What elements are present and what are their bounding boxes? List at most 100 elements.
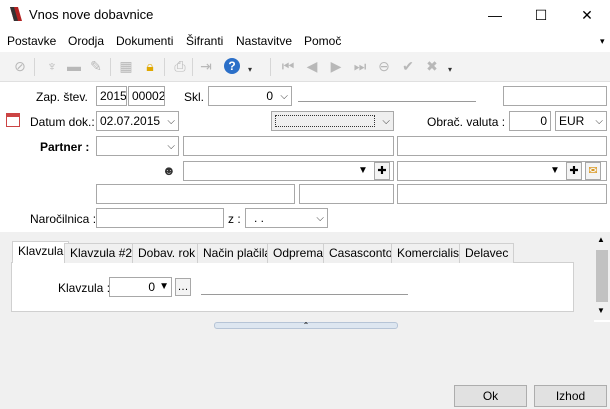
scroll-down-icon[interactable]: ▼	[597, 306, 605, 315]
chevron-down-icon: ⌵	[167, 116, 175, 127]
toolbar-separator	[164, 58, 165, 76]
z-date-field[interactable]: . . ⌵	[245, 208, 328, 228]
document-type-dropdown[interactable]: ⌵	[271, 111, 394, 131]
skl-label: Skl.	[184, 90, 205, 104]
first-icon[interactable]: ⏮	[280, 58, 296, 74]
tab-dobav-rok[interactable]: Dobav. rok	[132, 243, 202, 263]
datum-field[interactable]: 02.07.2015 ⌵	[96, 111, 179, 131]
menu-nastavitve[interactable]: Nastavitve	[236, 34, 292, 48]
chevron-down-icon: ⌵	[382, 116, 390, 127]
address2-field[interactable]	[299, 184, 394, 204]
zap-stev-label: Zap. štev.	[36, 90, 88, 104]
scrollbar-thumb[interactable]	[596, 250, 608, 302]
minimize-icon: —	[488, 7, 502, 23]
chevron-down-icon[interactable]: ▾	[442, 62, 458, 78]
pin-icon[interactable]: ♆	[44, 58, 60, 74]
menu-dokumenti[interactable]: Dokumenti	[116, 34, 173, 48]
cancel-icon[interactable]: ⊘	[12, 58, 28, 74]
partner-code-dropdown[interactable]: ⌵	[96, 136, 179, 156]
delete-icon[interactable]: ✖	[424, 58, 440, 74]
chevron-down-icon: ▼	[159, 281, 169, 292]
chevron-up-icon: ⌃	[302, 321, 310, 330]
address3-field[interactable]	[397, 184, 607, 204]
export-icon[interactable]: ⇥	[198, 58, 214, 74]
currency-dropdown[interactable]: EUR ⌵	[555, 111, 607, 131]
address-field[interactable]	[96, 184, 295, 204]
chevron-down-icon: ▼	[358, 165, 368, 176]
klavzula-dropdown[interactable]: 0 ▼	[109, 277, 172, 297]
toolbar: ⊘ ♆ ▬ ✎ ▦ 🔒︎ ⎙ ⇥ ? ▾ ⏮ ◀ ▶ ⏭ ⊖ ✔ ✖ ▾	[0, 52, 610, 82]
zap-year-field[interactable]: 2015	[96, 86, 127, 106]
narocilnica-label: Naročilnica :	[30, 212, 97, 226]
tab-delavec[interactable]: Delavec	[459, 243, 515, 263]
partner-label: Partner :	[40, 140, 90, 154]
z-label: z :	[228, 212, 241, 226]
chevron-down-icon: ▼	[550, 165, 560, 176]
menu-pomoc[interactable]: Pomoč	[304, 34, 341, 48]
tab-komercialist[interactable]: Komercialist	[391, 243, 469, 263]
contact-dropdown[interactable]: ▼	[183, 161, 394, 181]
partner-name-field[interactable]	[183, 136, 394, 156]
app-logo-icon	[10, 7, 22, 21]
print-icon[interactable]: ⎙	[172, 58, 188, 74]
close-icon: ✕	[581, 6, 593, 23]
klavzula-value: 0	[148, 280, 155, 294]
menu-bar: Postavke Orodja Dokumenti Šifranti Nasta…	[0, 30, 610, 52]
toolbar-separator	[192, 58, 193, 76]
tab-nacin-placila[interactable]: Način plačila	[197, 243, 278, 263]
klavzula-label: Klavzula :	[58, 281, 111, 295]
obrac-valuta-label: Obrač. valuta :	[427, 115, 506, 129]
focus-rect	[275, 115, 375, 127]
minimize-button[interactable]: —	[472, 0, 518, 30]
chevron-down-icon: ⌵	[167, 141, 175, 152]
toolbar-separator	[110, 58, 111, 76]
zap-number-field[interactable]: 00002	[128, 86, 165, 106]
z-date-value: . .	[254, 211, 265, 225]
calendar-icon[interactable]	[6, 113, 20, 127]
help-icon[interactable]: ?	[224, 58, 240, 74]
currency-value: EUR	[559, 114, 585, 128]
menu-postavke[interactable]: Postavke	[7, 34, 56, 48]
menu-overflow-icon[interactable]: ▾	[600, 36, 605, 47]
next-icon[interactable]: ▶	[328, 58, 344, 74]
datum-label: Datum dok.:	[30, 115, 95, 129]
document-info-field[interactable]	[503, 86, 607, 106]
tab-klavzula[interactable]: Klavzula	[12, 241, 70, 263]
klavzula-browse-button[interactable]: …	[175, 278, 191, 296]
chevron-down-icon[interactable]: ▾	[242, 62, 258, 78]
obrac-valuta-field[interactable]: 0	[509, 111, 551, 131]
add-contact-button[interactable]: ✚	[374, 162, 390, 180]
confirm-icon[interactable]: ✔	[400, 58, 416, 74]
narocilnica-field[interactable]	[96, 208, 224, 228]
close-button[interactable]: ✕	[564, 0, 610, 30]
calculator-icon[interactable]: ▦	[118, 58, 134, 74]
datum-value: 02.07.2015	[100, 114, 161, 128]
izhod-button[interactable]: Izhod	[534, 385, 607, 407]
contact-person-icon[interactable]: ☻	[162, 163, 176, 178]
folder-icon[interactable]: ▬	[66, 58, 82, 74]
prev-icon[interactable]: ◀	[304, 58, 320, 74]
scroll-up-icon[interactable]: ▲	[597, 235, 605, 244]
tab-casasconto[interactable]: Casasconto	[323, 243, 399, 263]
lock-icon[interactable]: 🔒︎	[142, 58, 158, 74]
mail-icon[interactable]: ✉	[585, 162, 601, 180]
skl-description-line	[298, 101, 476, 102]
last-icon[interactable]: ⏭	[352, 58, 368, 74]
menu-sifranti[interactable]: Šifranti	[186, 34, 223, 48]
menu-orodja[interactable]: Orodja	[68, 34, 104, 48]
edit-icon[interactable]: ✎	[88, 58, 104, 74]
ok-button[interactable]: Ok	[454, 385, 527, 407]
toolbar-separator	[270, 58, 271, 76]
skl-value: 0	[266, 89, 273, 103]
panel-splitter[interactable]: ⌃	[214, 321, 398, 330]
skl-dropdown[interactable]: 0 ⌵	[208, 86, 292, 106]
maximize-icon: ☐	[534, 6, 548, 23]
up-icon[interactable]: ⊖	[376, 58, 392, 74]
maximize-button[interactable]: ☐	[518, 0, 564, 30]
toolbar-separator	[34, 58, 35, 76]
chevron-down-icon: ⌵	[595, 116, 603, 127]
tab-odprema[interactable]: Odprema	[267, 243, 330, 263]
add-contact2-button[interactable]: ✚	[566, 162, 582, 180]
tab-klavzula-2[interactable]: Klavzula #2	[64, 243, 139, 263]
partner-name2-field[interactable]	[397, 136, 607, 156]
